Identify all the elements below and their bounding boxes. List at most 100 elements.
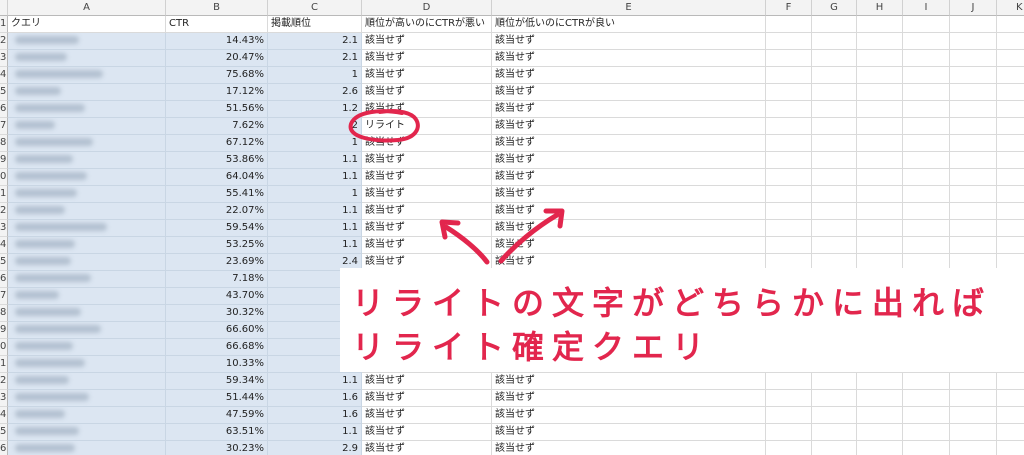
cell-K24[interactable] <box>997 407 1024 424</box>
cell-D13[interactable]: 該当せず <box>362 220 492 237</box>
cell-D24[interactable]: 該当せず <box>362 407 492 424</box>
cell-J11[interactable] <box>950 186 997 203</box>
cell-H13[interactable] <box>857 220 903 237</box>
cell-A22[interactable] <box>8 373 166 390</box>
cell-G11[interactable] <box>812 186 857 203</box>
cell-F13[interactable] <box>766 220 812 237</box>
cell-K9[interactable] <box>997 152 1024 169</box>
cell-I4[interactable] <box>903 67 950 84</box>
row-header-14[interactable]: 4 <box>0 237 8 254</box>
cell-A16[interactable] <box>8 271 166 288</box>
cell-K3[interactable] <box>997 50 1024 67</box>
cell-B11[interactable]: 55.41% <box>166 186 268 203</box>
cell-B19[interactable]: 66.60% <box>166 322 268 339</box>
cell-A2[interactable] <box>8 33 166 50</box>
cell-K7[interactable] <box>997 118 1024 135</box>
cell-E11[interactable]: 該当せず <box>492 186 766 203</box>
column-header-B[interactable]: B <box>166 0 268 16</box>
cell-H5[interactable] <box>857 84 903 101</box>
cell-E7[interactable]: 該当せず <box>492 118 766 135</box>
row-header-6[interactable]: 6 <box>0 101 8 118</box>
cell-K11[interactable] <box>997 186 1024 203</box>
cell-K12[interactable] <box>997 203 1024 220</box>
cell-A11[interactable] <box>8 186 166 203</box>
cell-B22[interactable]: 59.34% <box>166 373 268 390</box>
cell-C4[interactable]: 1 <box>268 67 362 84</box>
cell-J4[interactable] <box>950 67 997 84</box>
cell-I25[interactable] <box>903 424 950 441</box>
cell-F22[interactable] <box>766 373 812 390</box>
cell-K13[interactable] <box>997 220 1024 237</box>
row-header-22[interactable]: 2 <box>0 373 8 390</box>
cell-H6[interactable] <box>857 101 903 118</box>
cell-D5[interactable]: 該当せず <box>362 84 492 101</box>
row-header-19[interactable]: 9 <box>0 322 8 339</box>
cell-C5[interactable]: 2.6 <box>268 84 362 101</box>
cell-E8[interactable]: 該当せず <box>492 135 766 152</box>
cell-F6[interactable] <box>766 101 812 118</box>
row-header-10[interactable]: 0 <box>0 169 8 186</box>
cell-A12[interactable] <box>8 203 166 220</box>
cell-K10[interactable] <box>997 169 1024 186</box>
cell-I13[interactable] <box>903 220 950 237</box>
cell-A20[interactable] <box>8 339 166 356</box>
column-header-F[interactable]: F <box>766 0 812 16</box>
cell-A25[interactable] <box>8 424 166 441</box>
cell-H25[interactable] <box>857 424 903 441</box>
cell-B12[interactable]: 22.07% <box>166 203 268 220</box>
row-header-18[interactable]: 8 <box>0 305 8 322</box>
cell-C7[interactable]: 2 <box>268 118 362 135</box>
cell-F10[interactable] <box>766 169 812 186</box>
cell-B15[interactable]: 23.69% <box>166 254 268 271</box>
cell-H4[interactable] <box>857 67 903 84</box>
cell-B2[interactable]: 14.43% <box>166 33 268 50</box>
cell-G3[interactable] <box>812 50 857 67</box>
cell-G9[interactable] <box>812 152 857 169</box>
cell-G8[interactable] <box>812 135 857 152</box>
cell-F11[interactable] <box>766 186 812 203</box>
cell-J5[interactable] <box>950 84 997 101</box>
cell-E5[interactable]: 該当せず <box>492 84 766 101</box>
cell-I1[interactable] <box>903 16 950 33</box>
row-header-21[interactable]: 1 <box>0 356 8 373</box>
cell-E23[interactable]: 該当せず <box>492 390 766 407</box>
cell-I10[interactable] <box>903 169 950 186</box>
cell-E9[interactable]: 該当せず <box>492 152 766 169</box>
cell-A4[interactable] <box>8 67 166 84</box>
cell-K25[interactable] <box>997 424 1024 441</box>
cell-A9[interactable] <box>8 152 166 169</box>
cell-B9[interactable]: 53.86% <box>166 152 268 169</box>
cell-E12[interactable]: 該当せず <box>492 203 766 220</box>
cell-D11[interactable]: 該当せず <box>362 186 492 203</box>
select-all-corner[interactable] <box>0 0 8 16</box>
cell-F25[interactable] <box>766 424 812 441</box>
row-header-17[interactable]: 7 <box>0 288 8 305</box>
cell-D9[interactable]: 該当せず <box>362 152 492 169</box>
cell-E13[interactable]: 該当せず <box>492 220 766 237</box>
cell-G1[interactable] <box>812 16 857 33</box>
cell-K6[interactable] <box>997 101 1024 118</box>
cell-A21[interactable] <box>8 356 166 373</box>
row-header-16[interactable]: 6 <box>0 271 8 288</box>
cell-F23[interactable] <box>766 390 812 407</box>
cell-F3[interactable] <box>766 50 812 67</box>
cell-C25[interactable]: 1.1 <box>268 424 362 441</box>
cell-J8[interactable] <box>950 135 997 152</box>
cell-C6[interactable]: 1.2 <box>268 101 362 118</box>
cell-A7[interactable] <box>8 118 166 135</box>
cell-F2[interactable] <box>766 33 812 50</box>
cell-J26[interactable] <box>950 441 997 455</box>
column-header-J[interactable]: J <box>950 0 997 16</box>
column-header-E[interactable]: E <box>492 0 766 16</box>
cell-B1[interactable]: CTR <box>166 16 268 33</box>
cell-A13[interactable] <box>8 220 166 237</box>
cell-I26[interactable] <box>903 441 950 455</box>
cell-B14[interactable]: 53.25% <box>166 237 268 254</box>
cell-G10[interactable] <box>812 169 857 186</box>
cell-A5[interactable] <box>8 84 166 101</box>
cell-J7[interactable] <box>950 118 997 135</box>
cell-I8[interactable] <box>903 135 950 152</box>
cell-H26[interactable] <box>857 441 903 455</box>
column-header-A[interactable]: A <box>8 0 166 16</box>
cell-B21[interactable]: 10.33% <box>166 356 268 373</box>
